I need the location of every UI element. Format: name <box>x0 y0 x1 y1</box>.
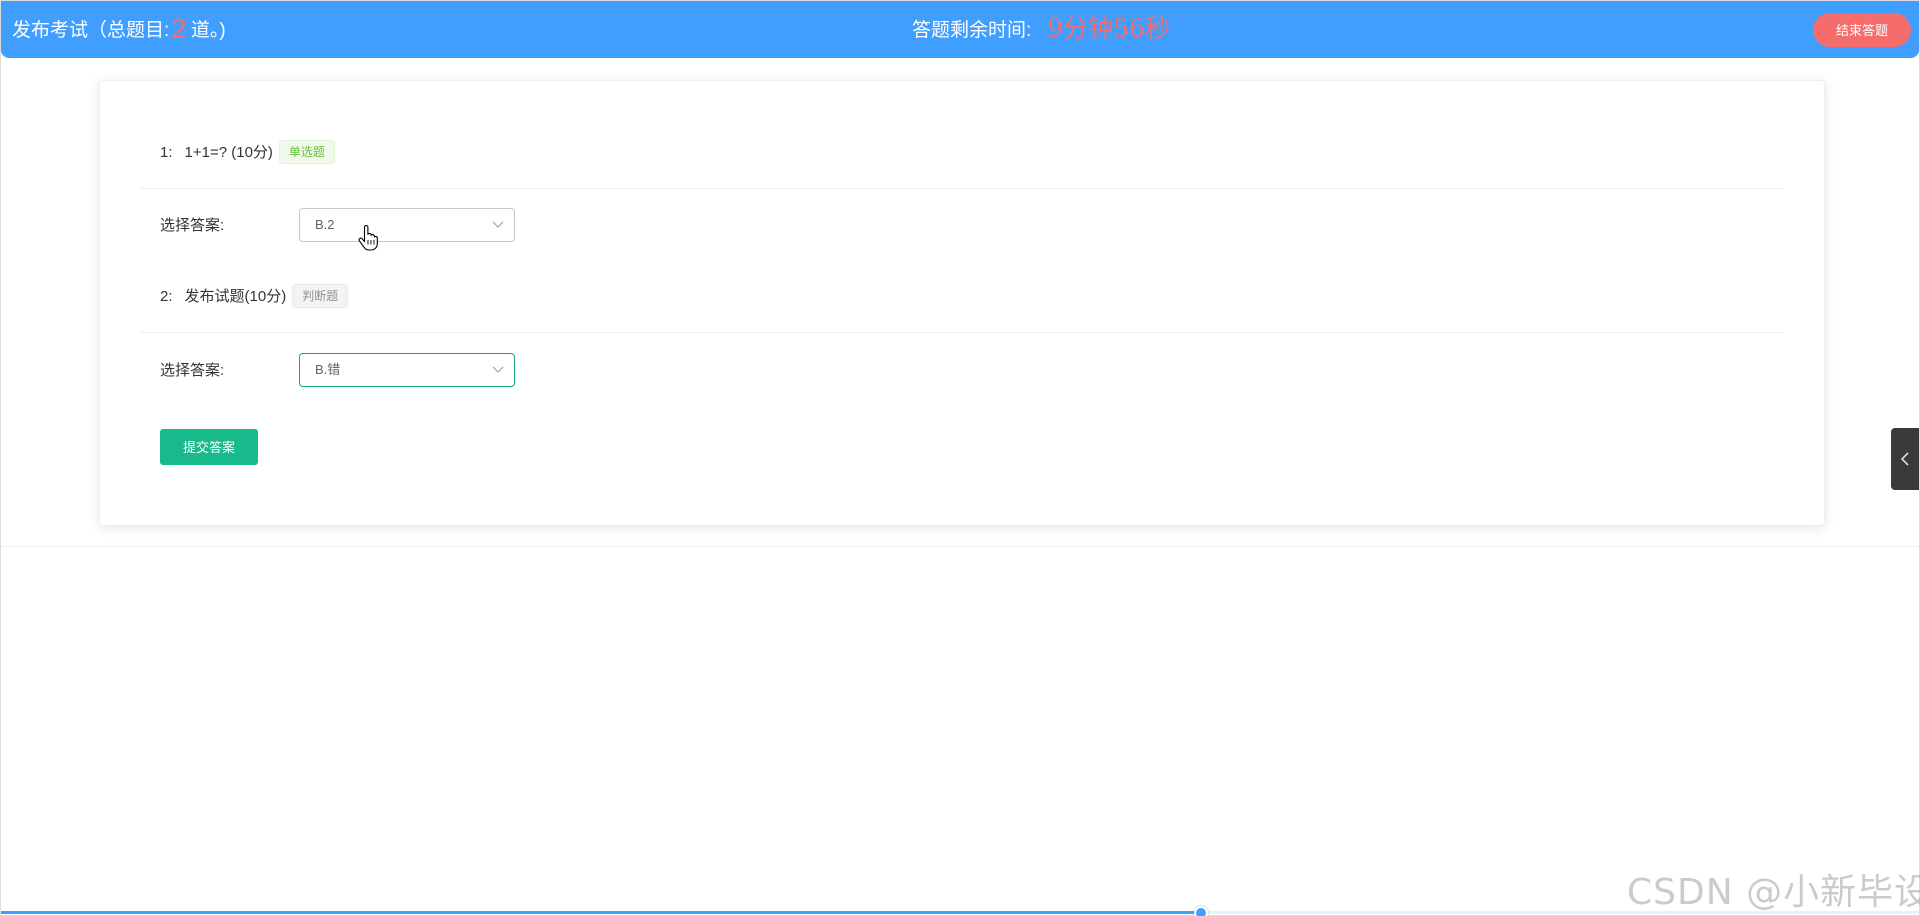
remaining-time-label: 答题剩余时间: <box>912 20 1032 41</box>
question-2-answer-select[interactable]: B.错 <box>299 353 515 387</box>
question-2-number: 2: <box>160 288 173 305</box>
question-card: 1: 1+1=? (10分) 单选题 选择答案: B.2 2: 发布试题(10分) 判断… <box>99 80 1825 526</box>
question-2-title: 2: 发布试题(10分) 判断题 <box>160 282 349 312</box>
csdn-watermark: CSDN @小新毕设 <box>1627 872 1920 913</box>
question-count: 2 <box>171 13 187 44</box>
question-1-answer-label: 选择答案: <box>160 217 225 234</box>
question-2-divider <box>140 332 1784 333</box>
exam-header: 发布考试（总题目:2 道。) 答题剩余时间: 9分钟56秒 结束答题 <box>1 1 1919 58</box>
content-separator <box>1 546 1919 547</box>
hand-pointer-icon <box>358 225 378 251</box>
remaining-time: 答题剩余时间: 9分钟56秒 <box>912 13 1170 45</box>
chevron-down-icon <box>492 221 504 228</box>
progress-fill <box>1 911 1200 914</box>
question-2-type-tag: 判断题 <box>292 284 349 308</box>
remaining-time-value: 9分钟56秒 <box>1047 14 1170 43</box>
question-1-selected-value: B.2 <box>315 217 335 232</box>
exam-page: 发布考试（总题目:2 道。) 答题剩余时间: 9分钟56秒 结束答题 1: 1+1=?… <box>0 0 1920 916</box>
chevron-down-icon <box>492 366 504 373</box>
exam-title-suffix: 道。) <box>190 20 226 41</box>
exam-title-prefix: 发布考试（总题目: <box>12 20 170 41</box>
question-1-number: 1: <box>160 144 173 161</box>
end-exam-button[interactable]: 结束答题 <box>1813 13 1911 47</box>
question-1-answer-select[interactable]: B.2 <box>299 208 515 242</box>
question-1-divider <box>140 188 1784 189</box>
question-2-answer-row: 选择答案: B.错 <box>160 353 515 389</box>
side-panel-toggle[interactable] <box>1891 428 1919 490</box>
question-2-answer-label: 选择答案: <box>160 362 225 379</box>
question-1-type-tag: 单选题 <box>278 140 335 164</box>
progress-bar[interactable] <box>1 906 1919 916</box>
question-2-selected-value: B.错 <box>315 362 341 377</box>
progress-handle[interactable] <box>1193 906 1208 916</box>
question-2-text: 发布试题(10分) <box>184 288 287 305</box>
exam-title: 发布考试（总题目:2 道。) <box>12 13 226 45</box>
question-1-title: 1: 1+1=? (10分) 单选题 <box>160 138 335 168</box>
chevron-left-icon <box>1900 452 1909 466</box>
question-1-text: 1+1=? (10分) <box>184 144 273 161</box>
submit-answers-button[interactable]: 提交答案 <box>160 429 258 465</box>
question-1-answer-row: 选择答案: B.2 <box>160 208 515 244</box>
